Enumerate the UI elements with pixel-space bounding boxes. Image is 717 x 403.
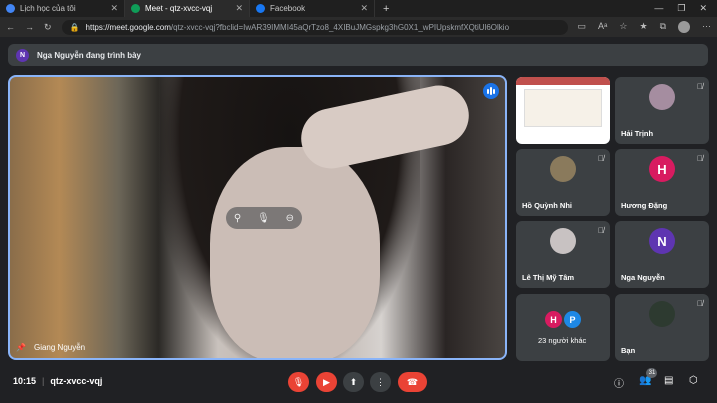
meeting-details-icon[interactable]: ⓘ [614,375,624,390]
mic-toggle-button[interactable]: 🎙 [288,372,309,392]
url-path: /qtz-xvcc-vqj?fbclid=IwAR39IMMI45aQrTzo8… [170,22,510,32]
chat-icon[interactable]: ▤ [664,375,673,386]
hang-up-icon: ☎ [406,376,419,387]
participant-name: Hương Đặng [621,201,668,210]
tab-label: Lịch học của tôi [20,4,76,13]
slide-header [516,77,610,85]
self-photo [649,301,675,328]
presentation-tile[interactable] [516,77,610,144]
self-tile[interactable]: 🎙̸ Bạn [615,294,709,361]
reload-icon[interactable]: ↻ [44,22,52,33]
participant-tile[interactable]: 🎙̸ Hồ Quỳnh Nhi [516,149,610,216]
participant-photo [550,228,576,255]
camera-status-icon[interactable]: ▭ [578,21,587,33]
participant-tile[interactable]: 🎙̸ Hải Trịnh [615,77,709,144]
participant-letter-avatar: N [649,228,675,255]
add-favorite-icon[interactable]: ☆ [619,21,627,33]
url-host: https://meet.google.com [85,22,171,32]
maximize-icon[interactable]: ❐ [677,3,685,14]
participant-photo [550,156,576,183]
participant-name: Hải Trịnh [621,129,654,138]
presenting-banner[interactable]: N Nga Nguyễn đang trình bày [8,44,708,66]
lock-icon: 🔒 [69,22,80,32]
participant-letter-avatar: H [649,156,675,183]
minimize-icon[interactable]: — [654,3,663,14]
new-tab-icon[interactable]: + [375,3,389,15]
activities-icon[interactable]: ⬡ [689,375,698,386]
mic-off-icon: 🎙 [292,376,305,387]
tab-label: Meet - qtz-xvcc-vqj [145,4,213,13]
close-tab-icon[interactable]: ✕ [235,3,243,14]
read-aloud-icon[interactable]: Aᵃ [598,21,607,33]
participant-name: Nga Nguyễn [621,273,665,282]
participant-tile[interactable]: N Nga Nguyễn [615,221,709,288]
tab-lich-hoc[interactable]: Lịch học của tôi ✕ [0,0,125,17]
others-tile[interactable]: H P 23 người khác [516,294,610,361]
mic-off-icon: 🎙̸ [598,226,604,235]
clock-time: 10:15 [13,376,37,386]
participant-name: Lê Thị Mỹ Tâm [522,273,575,282]
leave-call-button[interactable]: ☎ [398,372,427,392]
participant-photo [649,84,675,111]
browser-toolbar-icons: ▭ Aᵃ ☆ ★ ⧉ ··· [578,21,711,33]
mic-off-icon: 🎙̸ [697,82,703,91]
more-menu-icon[interactable]: ··· [702,21,711,33]
meet-favicon-icon [131,4,140,13]
mic-off-icon: 🎙̸ [697,299,703,308]
profile-avatar[interactable] [678,21,690,33]
meeting-code: qtz-xvcc-vqj [50,376,103,386]
forward-icon[interactable]: → [25,22,34,32]
participant-name: Hồ Quỳnh Nhi [522,201,572,210]
mic-off-icon: 🎙̸ [598,154,604,163]
present-screen-icon: ⬆ [349,376,358,387]
facebook-favicon-icon [256,4,265,13]
slide-content [524,89,602,127]
close-window-icon[interactable]: ✕ [699,3,707,14]
others-avatars: H P [545,311,581,328]
browser-tab-strip: Lịch học của tôi ✕ Meet - qtz-xvcc-vqj ✕… [0,0,717,17]
favorites-icon[interactable]: ★ [639,21,647,33]
tab-facebook[interactable]: Facebook ✕ [250,0,375,17]
main-speaker-tile[interactable]: ⚲ 🎙 ⊖ 📌 Giang Nguyễn [8,75,507,360]
tile-hover-controls: ⚲ 🎙 ⊖ [226,207,302,229]
back-icon[interactable]: ← [6,22,15,32]
other-letter-avatar: H [545,311,562,328]
pin-icon[interactable]: ⚲ [234,213,241,224]
presenter-initial-avatar: N [16,48,29,62]
tab-label: Facebook [270,4,306,13]
calendar-favicon-icon [6,4,15,13]
participant-tile[interactable]: 🎙̸ Lê Thị Mỹ Tâm [516,221,610,288]
meeting-info: 10:15 | qtz-xvcc-vqj [13,376,102,386]
main-speaker-name: Giang Nguyễn [33,343,86,352]
close-tab-icon[interactable]: ✕ [360,3,368,14]
meeting-controls-bar: 10:15 | qtz-xvcc-vqj 🎙 ▶ ⬆ ⋮ ☎ ⓘ 👥 31 ▤ ⬡ [0,366,717,396]
more-options-button[interactable]: ⋮ [370,372,391,392]
mute-participant-icon[interactable]: 🎙 [257,213,270,224]
participant-tile[interactable]: H 🎙̸ Hương Đặng [615,149,709,216]
present-button[interactable]: ⬆ [343,372,364,392]
participant-name: Bạn [621,346,636,355]
more-vert-icon: ⋮ [376,376,385,387]
people-count-badge: 31 [646,368,658,378]
main-speaker-label: 📌 Giang Nguyễn [16,343,85,352]
remove-participant-icon[interactable]: ⊖ [286,213,294,224]
window-controls: — ❐ ✕ [654,3,717,14]
mic-off-icon: 🎙̸ [697,154,703,163]
address-bar-row: ← → ↻ 🔒 https://meet.google.com/qtz-xvcc… [0,17,717,37]
speaking-indicator-icon [483,83,499,99]
url-field[interactable]: 🔒 https://meet.google.com/qtz-xvcc-vqj?f… [61,19,568,35]
camera-toggle-button[interactable]: ▶ [316,372,337,392]
other-letter-avatar: P [564,311,581,328]
collections-icon[interactable]: ⧉ [660,21,666,33]
presenting-text: Nga Nguyễn đang trình bày [37,50,142,60]
divider: | [42,376,45,386]
camera-off-icon: ▶ [323,376,330,387]
pin-icon[interactable]: 📌 [16,343,26,352]
others-count-label: 23 người khác [538,336,587,345]
tab-meet[interactable]: Meet - qtz-xvcc-vqj ✕ [125,0,250,17]
people-icon[interactable]: 👥 31 [639,368,658,386]
speaker-video-face [210,147,380,358]
close-tab-icon[interactable]: ✕ [110,3,118,14]
